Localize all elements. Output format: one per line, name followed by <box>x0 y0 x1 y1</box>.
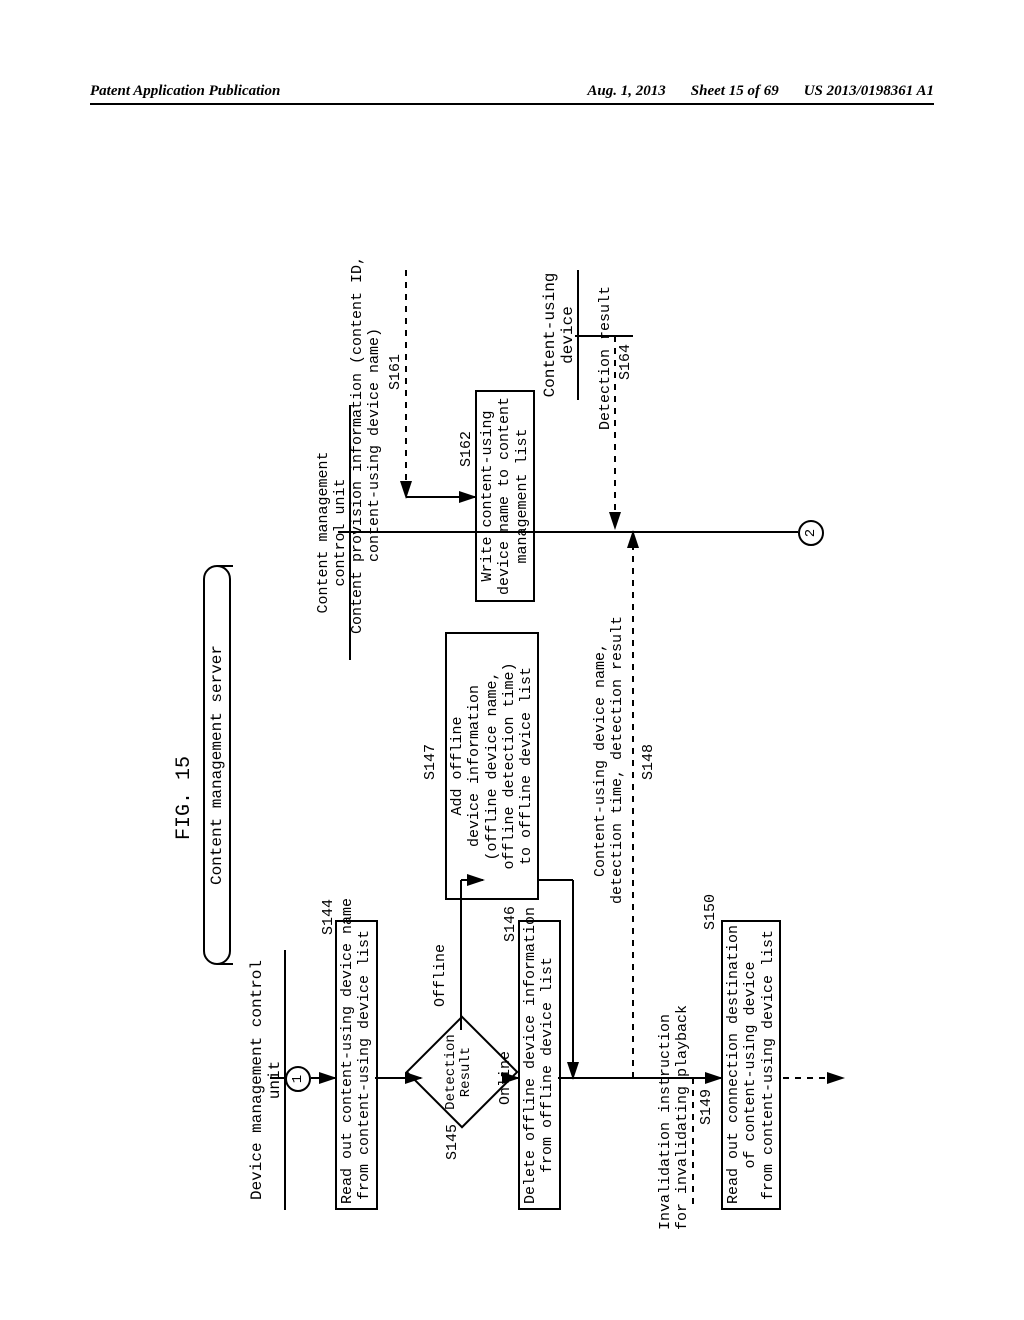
figure-label: FIG. 15 <box>173 756 196 840</box>
header-sheet: Sheet 15 of 69 <box>691 83 779 100</box>
decision-online: Online <box>498 1051 515 1105</box>
step-s145-decision: Detection Result <box>422 1032 502 1112</box>
step-s146-label: S146 <box>503 906 520 942</box>
step-s145-text: Detection Result <box>444 1022 475 1122</box>
step-s161-text: Content provision information (content I… <box>350 250 383 640</box>
step-s150-box: Read out connection destination of conte… <box>721 920 781 1210</box>
step-s147-box: Add offline device information (offline … <box>445 632 539 900</box>
lane-device-mgmt: Device management control unit <box>248 950 286 1210</box>
step-s144-label: S144 <box>321 899 338 935</box>
figure-container: FIG. 15 Content management server Device… <box>0 345 1024 1045</box>
lane-content-using-device: Content-using device <box>541 270 579 400</box>
lane-content-mgmt: Content management control unit <box>315 405 351 660</box>
step-s164-label: S164 <box>618 344 635 380</box>
header-pubno: US 2013/0198361 A1 <box>804 83 934 100</box>
header-date: Aug. 1, 2013 <box>587 83 665 100</box>
step-s149-text: Invalidation instruction for invalidatin… <box>658 980 691 1230</box>
step-s147-label: S147 <box>423 744 440 780</box>
step-s148-label: S148 <box>641 744 658 780</box>
server-banner: Content management server <box>203 565 231 965</box>
step-s162-box: Write content-using device name to conte… <box>475 390 535 602</box>
step-s162-label: S162 <box>459 431 476 467</box>
step-s146-box: Delete offline device information from o… <box>518 920 561 1210</box>
figure-rotated: FIG. 15 Content management server Device… <box>163 170 863 1220</box>
step-s164-text: Detection result <box>598 278 615 438</box>
connector-2: 2 <box>798 520 824 546</box>
header-right-group: Aug. 1, 2013 Sheet 15 of 69 US 2013/0198… <box>587 83 934 100</box>
step-s161-label: S161 <box>388 354 405 390</box>
step-s145-label: S145 <box>445 1124 462 1160</box>
header-left: Patent Application Publication <box>90 83 280 100</box>
step-s144-box: Read out content-using device name from … <box>335 920 378 1210</box>
step-s148-text: Content-using device name, detection tim… <box>593 615 626 905</box>
connector-1: 1 <box>285 1066 311 1092</box>
decision-offline: Offline <box>433 944 450 1007</box>
step-s149-label: S149 <box>699 1089 716 1125</box>
step-s150-label: S150 <box>703 894 720 930</box>
page-header: Patent Application Publication Aug. 1, 2… <box>90 83 934 105</box>
